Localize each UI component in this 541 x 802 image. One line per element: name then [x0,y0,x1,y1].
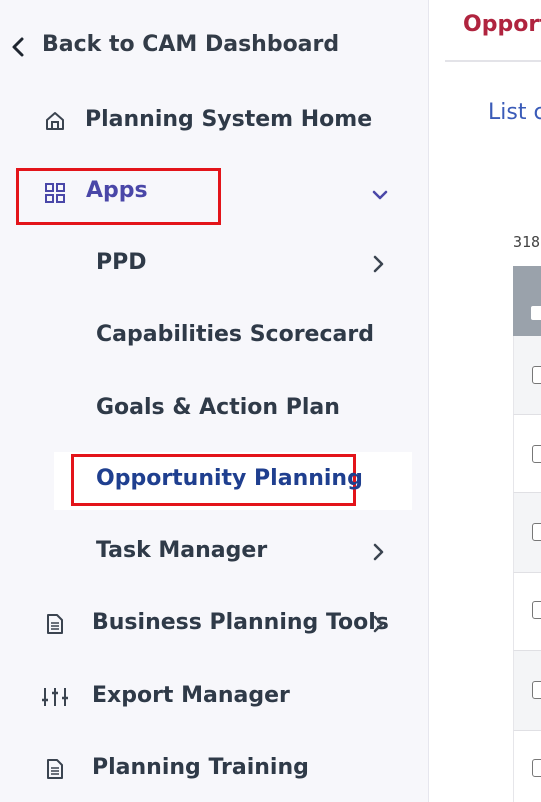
table-row [513,730,541,802]
sidebar-item-label: Planning Training [92,755,309,780]
back-link-label: Back to CAM Dashboard [42,32,340,57]
sidebar-item-label: Goals & Action Plan [96,395,340,420]
sidebar-item-ppd[interactable]: PPD [0,247,400,281]
row-checkbox[interactable] [532,681,541,699]
table-header [513,266,541,336]
home-icon [43,109,67,133]
tab-underline [445,60,541,62]
chevron-right-icon[interactable] [372,543,384,565]
document-icon [43,612,67,636]
sidebar-item-label: Capabilities Scorecard [96,322,374,347]
table-row [513,492,541,572]
sidebar-item-label: Planning System Home [85,107,373,132]
sidebar-item-apps[interactable]: Apps [0,176,400,210]
table-row [513,414,541,492]
chevron-left-icon [10,34,26,60]
grid-icon [43,181,67,205]
table-row [513,650,541,730]
main-content: Opport List c 318 [429,0,541,802]
sidebar-item-label: Task Manager [96,538,268,563]
tab-opportunity[interactable]: Opport [463,12,541,37]
chevron-down-icon[interactable] [372,186,388,205]
table-row [513,336,541,414]
row-checkbox[interactable] [532,366,541,384]
sidebar-item-label: PPD [96,250,147,275]
chevron-right-icon[interactable] [372,255,384,277]
record-count: 318 [513,233,541,251]
row-checkbox[interactable] [532,601,541,619]
row-checkbox[interactable] [532,759,541,777]
table-row [513,572,541,650]
select-all-checkbox[interactable] [531,306,541,320]
sidebar-item-business-planning-tools[interactable]: Business Planning Tools [0,607,400,641]
sidebar-item-label: Opportunity Planning [96,466,363,491]
sidebar-item-label: Business Planning Tools [92,610,389,635]
sidebar-item-label: Export Manager [92,683,290,708]
sidebar-item-label: Apps [86,178,148,203]
document-icon [43,757,67,781]
row-checkbox[interactable] [532,523,541,541]
list-link[interactable]: List c [488,100,541,125]
sliders-icon [41,685,69,709]
sidebar-item-task-manager[interactable]: Task Manager [0,535,400,569]
sidebar: Back to CAM Dashboard Planning System Ho… [0,0,429,802]
row-checkbox[interactable] [532,445,541,463]
chevron-right-icon[interactable] [372,615,384,637]
